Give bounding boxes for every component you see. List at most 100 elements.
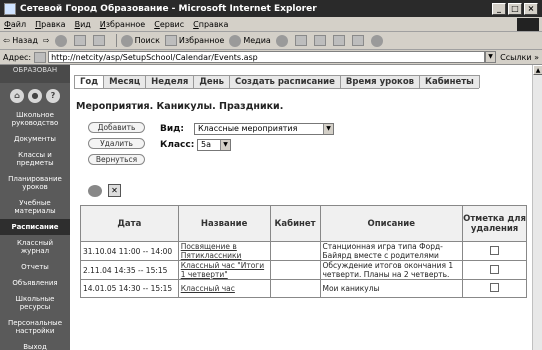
column-header-description: Описание bbox=[319, 205, 464, 242]
menu-favorites[interactable]: Избранное bbox=[100, 20, 145, 29]
event-title-link[interactable]: Классный час "Итоги 1 четверти" bbox=[177, 260, 271, 280]
delete-checkbox[interactable] bbox=[490, 245, 500, 255]
window-titlebar: Сетевой Город Образование - Microsoft In… bbox=[0, 0, 542, 17]
edit-toolbar-button[interactable] bbox=[332, 35, 347, 46]
printer-icon[interactable] bbox=[88, 185, 102, 197]
stop-icon bbox=[54, 34, 67, 47]
user-nav-icon[interactable]: ● bbox=[28, 89, 42, 103]
menu-help[interactable]: Справка bbox=[193, 20, 228, 29]
class-select[interactable]: 5а ▼ bbox=[197, 139, 231, 151]
sidebar-item-documents[interactable]: Документы bbox=[0, 131, 70, 147]
delete-checkbox-cell bbox=[462, 279, 527, 298]
site-logo: ОБРАЗОВАН bbox=[0, 65, 70, 83]
favorites-icon bbox=[164, 35, 177, 46]
history-icon bbox=[275, 34, 288, 47]
delete-checkbox[interactable] bbox=[490, 264, 500, 274]
address-dropdown-icon[interactable]: ▼ bbox=[485, 51, 497, 63]
sidebar-item-classes[interactable]: Классы и предметы bbox=[0, 147, 70, 171]
type-select[interactable]: Классные мероприятия ▼ bbox=[194, 123, 334, 135]
delete-checkbox-cell bbox=[462, 241, 527, 261]
tab-lesson-times[interactable]: Время уроков bbox=[339, 75, 421, 88]
maximize-button[interactable]: □ bbox=[508, 2, 522, 15]
delete-button[interactable]: Удалить bbox=[88, 138, 145, 149]
back-button[interactable]: ⇦ Назад bbox=[3, 36, 38, 45]
media-icon bbox=[229, 34, 242, 47]
ie-app-icon bbox=[4, 2, 16, 15]
history-button[interactable] bbox=[275, 34, 290, 47]
tab-day[interactable]: День bbox=[193, 75, 230, 88]
column-header-room: Кабинет bbox=[269, 205, 321, 242]
event-description: Обсуждение итогов окончания 1 четверти. … bbox=[319, 260, 464, 280]
sidebar-item-materials[interactable]: Учебные материалы bbox=[0, 195, 70, 219]
delete-checkbox[interactable] bbox=[490, 283, 500, 292]
chevron-down-icon: ▼ bbox=[220, 140, 230, 150]
sidebar-item-school-management[interactable]: Школьное руководство bbox=[0, 107, 70, 131]
event-room bbox=[269, 241, 321, 261]
sidebar-item-reports[interactable]: Отчеты bbox=[0, 259, 70, 275]
links-button[interactable]: Ссылки » bbox=[500, 53, 542, 62]
mail-button[interactable] bbox=[294, 35, 309, 46]
tab-rooms[interactable]: Кабинеты bbox=[419, 75, 480, 88]
chevron-down-icon: ▼ bbox=[323, 124, 333, 134]
refresh-button[interactable] bbox=[73, 35, 88, 46]
sidebar-item-class-journal[interactable]: Классный журнал bbox=[0, 235, 70, 259]
windows-logo-icon bbox=[517, 18, 539, 31]
tab-week[interactable]: Неделя bbox=[145, 75, 195, 88]
print-toolbar-button[interactable] bbox=[313, 35, 328, 46]
event-date: 31.10.04 11:00 -- 14:00 bbox=[80, 241, 179, 261]
address-input[interactable]: http://netcity/asp/SetupSchool/Calendar/… bbox=[48, 51, 486, 63]
messenger-button[interactable] bbox=[370, 34, 385, 47]
forward-button[interactable]: ⇨ bbox=[43, 36, 50, 45]
tab-year[interactable]: Год bbox=[74, 75, 105, 88]
type-label: Вид: bbox=[160, 124, 185, 134]
stop-button[interactable] bbox=[54, 34, 69, 47]
menu-tools[interactable]: Сервис bbox=[154, 20, 184, 29]
table-row: 31.10.04 11:00 -- 14:00 Посвящение в Пят… bbox=[80, 241, 527, 261]
sidebar-item-personal-settings[interactable]: Персональные настройки bbox=[0, 315, 70, 339]
addressbar: Адрес: http://netcity/asp/SetupSchool/Ca… bbox=[0, 50, 542, 65]
sidebar-item-announcements[interactable]: Объявления bbox=[0, 275, 70, 291]
event-date: 14.01.05 14:30 -- 15:15 bbox=[80, 279, 179, 298]
page-icon bbox=[34, 51, 47, 63]
add-button[interactable]: Добавить bbox=[88, 122, 145, 133]
event-title-link[interactable]: Посвящение в Пятиклассники bbox=[177, 241, 271, 261]
close-button[interactable]: × bbox=[524, 2, 538, 15]
address-label: Адрес: bbox=[3, 52, 32, 62]
back-arrow-icon: ⇦ bbox=[3, 36, 10, 45]
event-description: Станционная игра типа Форд-Байярд вместе… bbox=[319, 241, 464, 261]
search-icon bbox=[120, 34, 133, 47]
event-title-link[interactable]: Классный час bbox=[177, 279, 271, 298]
search-button[interactable]: Поиск bbox=[120, 34, 160, 47]
favorites-button[interactable]: Избранное bbox=[164, 35, 224, 46]
calendar-tabs: Год Месяц Неделя День Создать расписание… bbox=[74, 75, 480, 89]
sidebar-item-lesson-planning[interactable]: Планирование уроков bbox=[0, 171, 70, 195]
menu-file[interactable]: Файл bbox=[4, 20, 26, 29]
menu-view[interactable]: Вид bbox=[75, 20, 91, 29]
event-date: 2.11.04 14:35 -- 15:15 bbox=[80, 260, 179, 280]
event-description: Мои каникулы bbox=[319, 279, 464, 298]
discuss-button[interactable] bbox=[351, 35, 366, 46]
tab-create-schedule[interactable]: Создать расписание bbox=[228, 75, 341, 88]
toolbar: ⇦ Назад ⇨ Поиск Избранное Медиа bbox=[0, 32, 542, 50]
home-nav-icon[interactable]: ⌂ bbox=[10, 89, 24, 103]
tab-month[interactable]: Месяц bbox=[103, 75, 147, 88]
sidebar-item-schedule[interactable]: Расписание bbox=[0, 219, 70, 235]
vertical-scrollbar[interactable]: ▲ bbox=[532, 65, 542, 350]
messenger-icon bbox=[370, 34, 383, 47]
column-header-title: Название bbox=[177, 205, 271, 242]
sidebar-item-school-resources[interactable]: Школьные ресурсы bbox=[0, 291, 70, 315]
column-header-delete-mark: Отметка для удаления bbox=[462, 205, 527, 242]
minimize-button[interactable]: _ bbox=[492, 2, 506, 15]
page-title: Мероприятия. Каникулы. Праздники. bbox=[76, 101, 284, 112]
scroll-up-icon[interactable]: ▲ bbox=[533, 65, 542, 75]
column-header-date: Дата bbox=[80, 205, 179, 242]
excel-export-icon[interactable]: ✕ bbox=[108, 184, 121, 197]
help-icon[interactable]: ? bbox=[46, 89, 60, 103]
sidebar-item-logout[interactable]: Выход bbox=[0, 339, 70, 350]
media-button[interactable]: Медиа bbox=[229, 34, 271, 47]
menubar: Файл Правка Вид Избранное Сервис Справка bbox=[0, 17, 542, 32]
back-page-button[interactable]: Вернуться bbox=[88, 154, 145, 165]
table-row: 14.01.05 14:30 -- 15:15 Классный час Мои… bbox=[80, 279, 527, 298]
home-button[interactable] bbox=[92, 35, 107, 46]
menu-edit[interactable]: Правка bbox=[35, 20, 65, 29]
